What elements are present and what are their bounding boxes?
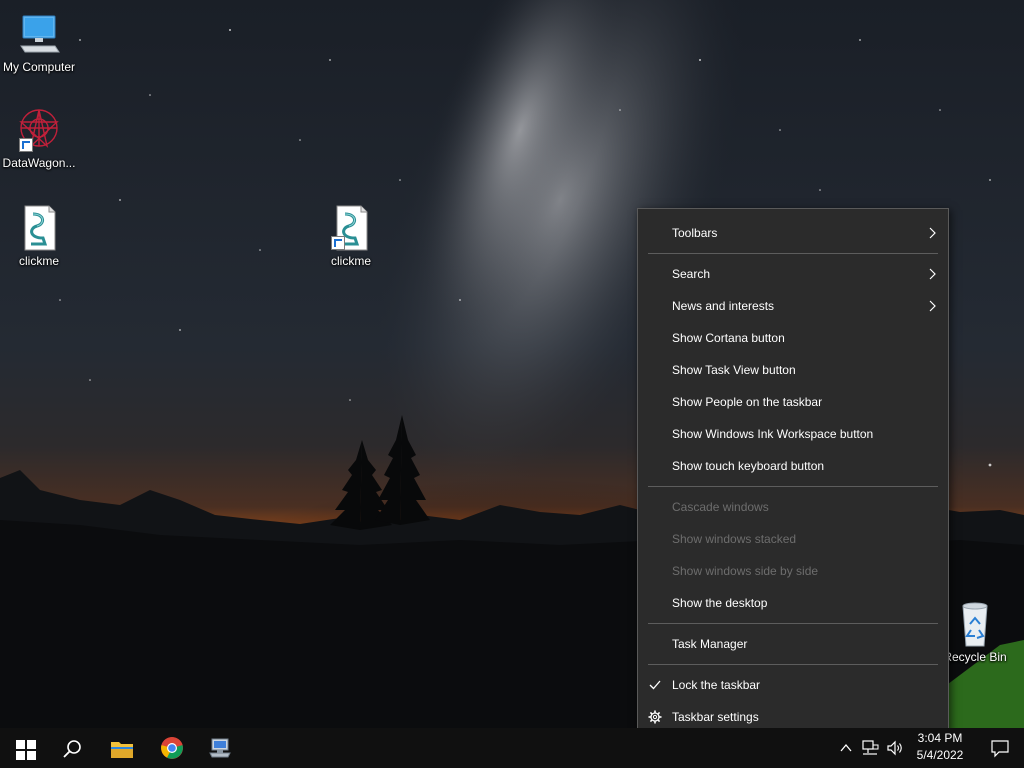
menu-item-label: Task Manager <box>672 637 748 651</box>
menu-item-cascade-windows: Cascade windows <box>638 491 948 523</box>
menu-item-show-task-view-button[interactable]: Show Task View button <box>638 354 948 386</box>
menu-item-show-desktop[interactable]: Show the desktop <box>638 587 948 619</box>
menu-item-news-and-interests[interactable]: News and interests <box>638 290 948 322</box>
taskbar-context-menu: Toolbars Search News and interests Show … <box>637 208 949 741</box>
menu-item-label: Show touch keyboard button <box>672 459 825 473</box>
menu-item-show-people[interactable]: Show People on the taskbar <box>638 386 948 418</box>
menu-item-label: Show Windows Ink Workspace button <box>672 427 874 441</box>
checkmark-icon <box>649 680 661 690</box>
script-file-icon <box>327 204 375 252</box>
clock-date: 5/4/2022 <box>916 748 964 762</box>
chevron-right-icon <box>929 268 936 280</box>
search-button[interactable] <box>48 728 96 768</box>
menu-item-label: Taskbar settings <box>672 710 759 724</box>
chrome-button[interactable] <box>148 728 196 768</box>
menu-item-show-windows-ink[interactable]: Show Windows Ink Workspace button <box>638 418 948 450</box>
menu-item-label: Show the desktop <box>672 596 768 610</box>
menu-item-show-cortana-button[interactable]: Show Cortana button <box>638 322 948 354</box>
menu-separator <box>648 486 938 487</box>
shortcut-arrow-icon <box>19 138 33 152</box>
clock-time: 3:04 PM <box>917 731 963 745</box>
menu-item-task-manager[interactable]: Task Manager <box>638 628 948 660</box>
menu-item-label: Show People on the taskbar <box>672 395 823 409</box>
menu-separator <box>648 664 938 665</box>
desktop-icon-my-computer[interactable]: My Computer <box>0 10 78 75</box>
script-file-icon <box>15 204 63 252</box>
menu-item-label: Show windows side by side <box>672 564 819 578</box>
network-icon <box>862 740 879 755</box>
menu-separator <box>648 623 938 624</box>
desktop-icon-clickme-2[interactable]: clickme <box>312 204 390 269</box>
network-tray-button[interactable] <box>858 728 882 768</box>
menu-item-show-touch-keyboard[interactable]: Show touch keyboard button <box>638 450 948 482</box>
recycle-bin-icon <box>951 600 999 648</box>
action-center-button[interactable] <box>976 728 1024 768</box>
file-explorer-icon <box>111 742 133 758</box>
clock[interactable]: 3:04 PM 5/4/2022 <box>912 730 968 764</box>
menu-separator <box>648 253 938 254</box>
menu-item-label: Toolbars <box>672 226 718 240</box>
chevron-right-icon <box>929 300 936 312</box>
file-explorer-button[interactable] <box>98 728 146 768</box>
chevron-up-icon <box>840 743 852 752</box>
network-app-button[interactable] <box>196 728 244 768</box>
notification-icon <box>991 740 1009 758</box>
start-button[interactable] <box>0 728 48 768</box>
menu-item-lock-taskbar[interactable]: Lock the taskbar <box>638 669 948 701</box>
desktop-icon-label: clickme <box>18 254 59 268</box>
chrome-icon <box>161 737 183 759</box>
desktop-icon-clickme-1[interactable]: clickme <box>0 204 78 269</box>
menu-item-label: Cascade windows <box>672 500 769 514</box>
menu-item-label: News and interests <box>672 299 775 313</box>
volume-icon <box>887 740 902 756</box>
desktop-icon-label: clickme <box>330 254 371 268</box>
start-icon <box>16 740 36 760</box>
computer-icon <box>15 10 63 58</box>
menu-item-label: Show windows stacked <box>672 532 797 546</box>
search-icon <box>63 740 81 758</box>
datawagon-icon <box>15 106 63 154</box>
show-hidden-icons-button[interactable] <box>836 728 856 768</box>
desktop-icon-label: DataWagon... <box>2 156 76 170</box>
taskbar[interactable]: 3:04 PM 5/4/2022 <box>0 728 1024 768</box>
menu-item-toolbars[interactable]: Toolbars <box>638 217 948 249</box>
volume-tray-button[interactable] <box>884 728 908 768</box>
menu-item-windows-stacked: Show windows stacked <box>638 523 948 555</box>
desktop-icon-label: My Computer <box>2 60 76 74</box>
network-app-icon <box>209 738 231 758</box>
menu-item-label: Show Task View button <box>672 363 796 377</box>
menu-item-label: Search <box>672 267 711 281</box>
desktop-icon-datawagon[interactable]: DataWagon... <box>0 106 78 171</box>
menu-item-windows-side-by-side: Show windows side by side <box>638 555 948 587</box>
menu-item-label: Lock the taskbar <box>672 678 761 692</box>
chevron-right-icon <box>929 227 936 239</box>
shortcut-arrow-icon <box>331 236 345 250</box>
gear-icon <box>648 710 662 724</box>
menu-item-search[interactable]: Search <box>638 258 948 290</box>
menu-item-label: Show Cortana button <box>672 331 785 345</box>
